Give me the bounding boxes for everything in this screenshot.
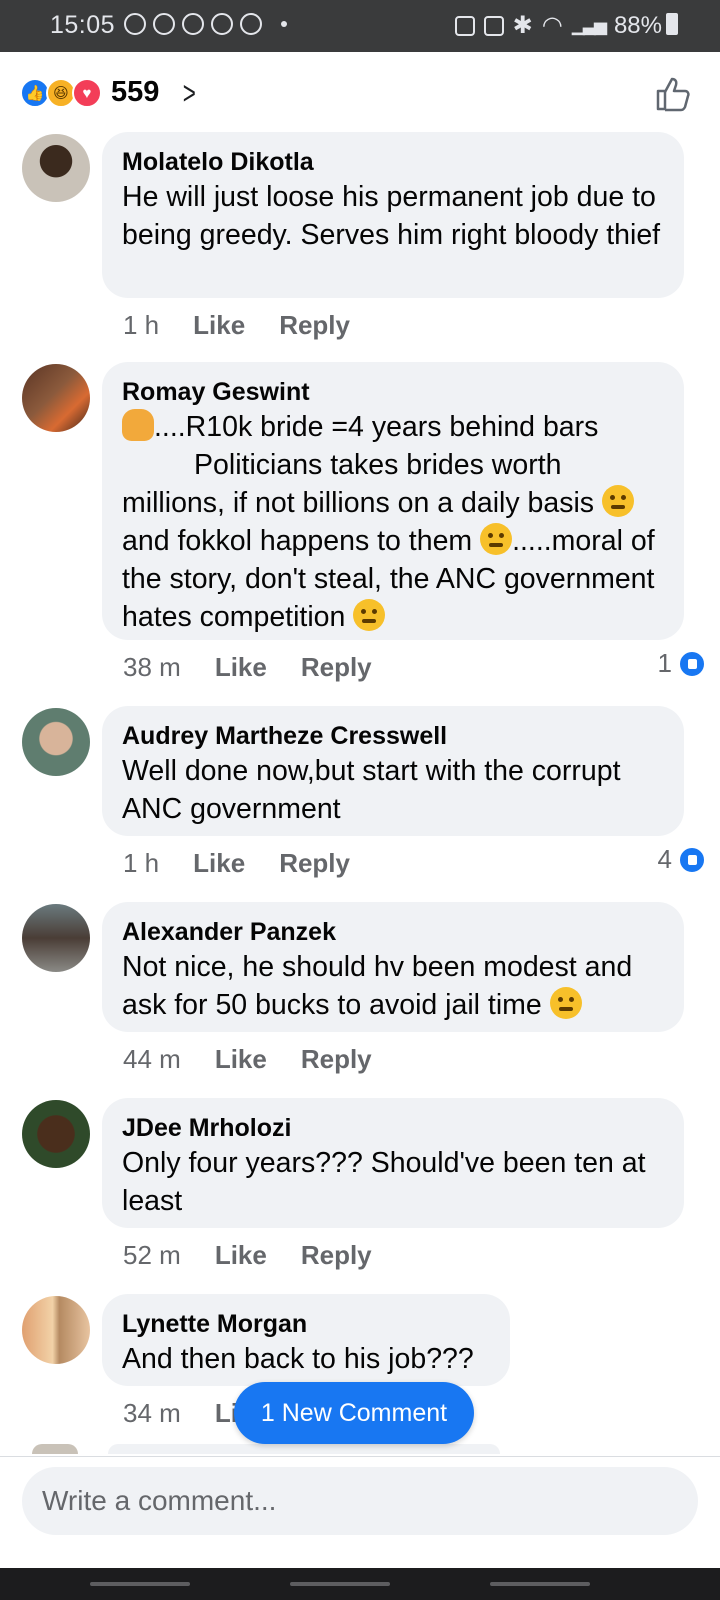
like-button[interactable]: Like <box>193 310 245 341</box>
notification-icon <box>182 13 204 35</box>
chevron-right-icon[interactable]: > <box>183 75 196 112</box>
comment-composer: Write a comment... <box>0 1456 720 1568</box>
lock-icon <box>454 15 475 36</box>
battery-icon <box>666 13 678 35</box>
notification-icons <box>124 13 287 35</box>
status-time: 15:05 <box>50 11 116 39</box>
reply-button[interactable]: Reply <box>301 1240 372 1271</box>
avatar[interactable] <box>22 1100 90 1168</box>
like-button[interactable]: Like <box>193 848 245 879</box>
comment-text: And then back to his job??? <box>122 1343 474 1375</box>
comment-author[interactable]: Lynette Morgan <box>122 1308 490 1340</box>
comment-bubble[interactable]: Alexander Panzek Not nice, he should hv … <box>102 902 684 1032</box>
battery-percent: 88% <box>613 11 662 39</box>
comment-actions: 38 m Like Reply <box>123 652 372 683</box>
reply-button[interactable]: Reply <box>301 1044 372 1075</box>
bluetooth-icon: ✱ <box>512 12 533 39</box>
like-button[interactable]: Like <box>215 1240 267 1271</box>
recents-button[interactable] <box>90 1582 190 1586</box>
comment-author[interactable]: Molatelo Dikotla <box>122 146 664 178</box>
next-comment-avatar <box>32 1444 78 1454</box>
notification-icon <box>153 13 175 35</box>
comment-like-count[interactable]: 4 <box>658 844 706 875</box>
avatar[interactable] <box>22 1296 90 1364</box>
notification-icon <box>240 13 262 35</box>
reply-button[interactable]: Reply <box>301 652 372 683</box>
alarm-icon <box>483 15 504 36</box>
comment-actions: 1 h Like Reply <box>123 310 350 341</box>
reactions-bar[interactable]: 👍 😆 ♥ 559 > <box>0 52 720 132</box>
comment-author[interactable]: Audrey Martheze Cresswell <box>122 720 664 752</box>
avatar[interactable] <box>22 904 90 972</box>
comment-actions: 52 m Like Reply <box>123 1240 372 1271</box>
comment-text: Well done now,but start with the corrupt… <box>122 755 621 825</box>
zipper-mouth-emoji-icon <box>353 599 386 631</box>
back-button[interactable] <box>490 1582 590 1586</box>
comment-like-count[interactable]: 1 <box>658 648 706 679</box>
home-button[interactable] <box>290 1582 390 1586</box>
comment-bubble[interactable]: JDee Mrholozi Only four years??? Should'… <box>102 1098 684 1228</box>
comment-bubble[interactable]: Romay Geswint ....R10k bride =4 years be… <box>102 362 684 640</box>
whatsapp-icon <box>124 13 146 35</box>
eye-roll-emoji-icon <box>601 485 634 517</box>
next-comment-bubble <box>108 1444 500 1454</box>
notification-icon <box>211 13 233 35</box>
signal-icon: ▁▃▅ <box>571 15 607 35</box>
comment-actions: 34 m Li <box>123 1398 238 1429</box>
comment-author[interactable]: JDee Mrholozi <box>122 1112 664 1144</box>
comment-text: ....R10k bride =4 years behind bars Polit… <box>122 409 655 633</box>
reaction-icons: 👍 😆 ♥ <box>20 78 106 108</box>
avatar[interactable] <box>22 134 90 202</box>
comment-author[interactable]: Alexander Panzek <box>122 916 664 948</box>
comment-time[interactable]: 38 m <box>123 652 181 683</box>
like-button[interactable]: Like <box>215 1044 267 1075</box>
like-icon <box>678 649 706 678</box>
thinking-emoji-icon <box>480 523 513 555</box>
comment-bubble[interactable]: Audrey Martheze Cresswell Well done now,… <box>102 706 684 836</box>
comment-author[interactable]: Romay Geswint <box>122 376 664 408</box>
comment-actions: 44 m Like Reply <box>123 1044 372 1075</box>
comment-bubble[interactable]: Molatelo Dikotla He will just loose his … <box>102 132 684 298</box>
like-icon <box>678 845 706 874</box>
comments-sheet: 👍 😆 ♥ 559 > Molatelo Dikotla He will jus… <box>0 52 720 1568</box>
system-icons: ✱ ◠ ▁▃▅ 88% <box>454 11 678 40</box>
comment-input[interactable]: Write a comment... <box>22 1467 698 1535</box>
comment-text: He will just loose his permanent job due… <box>122 181 661 251</box>
love-reaction-icon: ♥ <box>72 78 102 108</box>
more-notifications-dot <box>281 21 287 27</box>
new-comment-button[interactable]: 1 New Comment <box>234 1382 474 1444</box>
status-bar: 15:05 ✱ ◠ ▁▃▅ 88% <box>0 0 720 52</box>
comment-time[interactable]: 34 m <box>123 1398 181 1429</box>
avatar[interactable] <box>22 708 90 776</box>
comment-time[interactable]: 1 h <box>123 310 159 341</box>
comment-text: Only four years??? Should've been ten at… <box>122 1147 646 1217</box>
like-button[interactable]: Like <box>215 652 267 683</box>
like-post-icon[interactable] <box>654 74 694 114</box>
comment-time[interactable]: 1 h <box>123 848 159 879</box>
comment-actions: 1 h Like Reply <box>123 848 350 879</box>
comment-bubble[interactable]: Lynette Morgan And then back to his job?… <box>102 1294 510 1386</box>
tears-of-joy-emoji-icon <box>549 987 582 1019</box>
comment-time[interactable]: 44 m <box>123 1044 181 1075</box>
reply-button[interactable]: Reply <box>279 310 350 341</box>
avatar[interactable] <box>22 364 90 432</box>
system-nav-bar <box>0 1568 720 1600</box>
comment-time[interactable]: 52 m <box>123 1240 181 1271</box>
wifi-icon: ◠ <box>541 12 563 39</box>
reaction-count[interactable]: 559 <box>111 76 159 109</box>
comment-text: Not nice, he should hv been modest and a… <box>122 951 633 1021</box>
facepalm-emoji-icon <box>122 409 154 441</box>
reply-button[interactable]: Reply <box>279 848 350 879</box>
